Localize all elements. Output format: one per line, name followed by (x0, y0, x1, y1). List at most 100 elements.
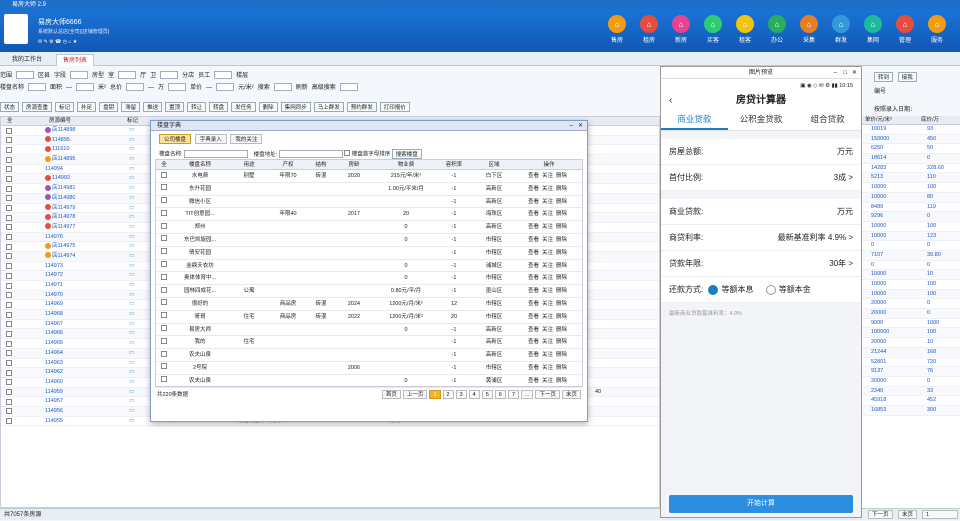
building-row[interactable]: 金鼎天衣坊 0 -1 浦城区 查看 关注 删除 (156, 260, 582, 273)
row-checkbox[interactable] (160, 183, 168, 196)
action-link[interactable]: 删除 (556, 250, 567, 256)
pager-button[interactable]: 5 (481, 390, 493, 399)
down-payment-field[interactable]: 首付比例: 3成 > (661, 165, 861, 191)
price-row[interactable]: 5213 110 (859, 173, 960, 184)
back-icon[interactable]: ‹ (669, 93, 672, 109)
action-link[interactable]: 删除 (556, 352, 567, 358)
row-checkbox[interactable] (160, 196, 168, 209)
action-link[interactable]: 删除 (556, 173, 567, 179)
action-link[interactable]: 查看 (528, 378, 539, 384)
row-id-cell[interactable]: 店114977 (45, 223, 75, 233)
row-id-cell[interactable]: 114962 (45, 368, 63, 378)
filter-input[interactable] (16, 71, 35, 80)
filter-input[interactable] (339, 83, 358, 92)
row-id-cell[interactable]: 114973 (45, 262, 63, 272)
quick-icons[interactable]: ✉ ✎ ⚙ ☎ ◷ ⌂ ★ (38, 39, 77, 45)
price-row[interactable]: 10000 80 (859, 192, 960, 203)
toolbar-button[interactable]: 推送 (143, 102, 163, 112)
pager-button[interactable]: 4 (468, 390, 480, 399)
action-link[interactable]: 删除 (556, 288, 567, 294)
col-mark[interactable]: 标记 (127, 117, 138, 126)
pager-button[interactable]: 7 (507, 390, 519, 399)
minimize-icon[interactable]: – (834, 67, 837, 79)
loan-amount-field[interactable]: 商业贷款: 万元 (661, 199, 861, 225)
filter-input[interactable] (126, 83, 145, 92)
toolbar-button[interactable]: 房源查重 (22, 102, 53, 112)
row-checkbox[interactable] (160, 311, 168, 324)
action-link[interactable]: 关注 (542, 365, 553, 371)
action-link[interactable]: 关注 (542, 237, 553, 243)
filter-input[interactable] (28, 83, 47, 92)
filter-input[interactable] (160, 71, 179, 80)
price-row[interactable]: 10000 10 (859, 270, 960, 280)
row-checkbox[interactable] (160, 221, 168, 234)
action-link[interactable]: 删除 (556, 186, 567, 192)
row-id-cell[interactable]: 114968 (45, 310, 63, 320)
col-header[interactable]: 操作 (516, 160, 582, 170)
building-row[interactable]: 东升花园 1.00元/平米/月 -1 高新区 查看 关注 删除 (156, 183, 582, 196)
last-page-button[interactable]: 末页 (898, 510, 918, 519)
row-id-cell[interactable]: 114955 (45, 417, 63, 427)
building-row[interactable]: 微信小区 -1 高新区 查看 关注 删除 (156, 196, 582, 209)
price-row[interactable]: 9000 1000 (859, 319, 960, 329)
filter-input[interactable] (216, 83, 235, 92)
radio-equal-installment[interactable] (708, 284, 719, 295)
filter-input[interactable] (76, 83, 95, 92)
tab-fund-loan[interactable]: 公积金贷款 (728, 109, 795, 130)
tab-company-buildings[interactable]: 公司楼盘 (159, 134, 192, 144)
action-link[interactable]: 删除 (556, 365, 567, 371)
calculate-button[interactable]: 开始计算 (669, 495, 853, 513)
tab-commercial-loan[interactable]: 商业贷款 (661, 109, 728, 130)
row-checkbox[interactable] (160, 234, 168, 247)
pager-button[interactable]: 3 (455, 390, 467, 399)
tab-workbench[interactable]: 我的工作台 (6, 54, 48, 66)
building-row[interactable]: 农夫山泉 0 -1 黄浦区 查看 关注 删除 (156, 375, 582, 388)
next-page-button[interactable]: 下一页 (868, 510, 893, 519)
filter-input[interactable] (214, 71, 233, 80)
toolbar-button[interactable]: 置顶 (165, 102, 185, 112)
price-row[interactable]: 9296 0 (859, 212, 960, 222)
action-link[interactable]: 关注 (542, 224, 553, 230)
action-link[interactable]: 关注 (542, 301, 553, 307)
goto-button[interactable]: 转到 (874, 72, 894, 82)
action-link[interactable]: 删除 (556, 237, 567, 243)
building-row[interactable]: 水电费 别墅 年限70 砖混 2020 215元/年/米² -1 白下区 查看 关注 删除 (156, 170, 582, 183)
row-id-cell[interactable]: 114992 (45, 174, 70, 184)
row-checkbox[interactable] (160, 285, 168, 298)
action-link[interactable]: 查看 (528, 275, 539, 281)
toolbar-button[interactable]: 状态 (0, 102, 20, 112)
price-row[interactable]: 21244 168 (859, 347, 960, 358)
row-checkbox[interactable] (160, 298, 168, 311)
pager-button[interactable]: 首页 (381, 390, 401, 399)
building-row[interactable]: 郑州 0 -1 高新区 查看 关注 删除 (156, 221, 582, 234)
action-link[interactable]: 查看 (528, 314, 539, 320)
pager-button[interactable]: 上一页 (402, 390, 428, 399)
building-row[interactable]: 易房大师 0 -1 高新区 查看 关注 删除 (156, 324, 582, 337)
toolbar-button[interactable]: 删除 (258, 102, 278, 112)
price-row[interactable]: 14283 228.60 (859, 164, 960, 174)
action-link[interactable]: 查看 (528, 288, 539, 294)
col-header[interactable]: 用途 (234, 160, 264, 170)
action-link[interactable]: 查看 (528, 301, 539, 307)
col-all[interactable]: 全 (7, 117, 13, 126)
action-link[interactable]: 查看 (528, 173, 539, 179)
action-link[interactable]: 查看 (528, 211, 539, 217)
row-id-cell[interactable]: 114967 (45, 320, 63, 330)
building-address-input[interactable] (278, 150, 343, 159)
price-row[interactable]: 18614 0 (859, 154, 960, 164)
nav-4[interactable]: ⌂ 租客 (730, 15, 760, 44)
price-row[interactable]: 52801 720 (859, 358, 960, 368)
page-select[interactable]: 1 (922, 510, 958, 519)
row-id-cell[interactable]: 114970 (45, 291, 63, 301)
loan-term-field[interactable]: 贷款年限: 30年 > (661, 251, 861, 277)
building-row[interactable]: 奥体体育中... 0 -1 市辖区 查看 关注 删除 (156, 272, 582, 286)
action-link[interactable]: 查看 (528, 237, 539, 243)
action-link[interactable]: 关注 (542, 263, 553, 269)
action-link[interactable]: 查看 (528, 365, 539, 371)
row-checkbox[interactable] (160, 170, 168, 183)
building-row[interactable]: 很好的 商品房 砖混 2024 1200元/月/米² 12 市辖区 查看 关注 删除 (156, 298, 582, 311)
toolbar-button[interactable]: 预约群发 (346, 102, 377, 112)
row-checkbox[interactable] (160, 336, 168, 349)
price-row[interactable]: 2340 33 (859, 386, 960, 397)
price-row[interactable]: 20000 0 (859, 377, 960, 387)
